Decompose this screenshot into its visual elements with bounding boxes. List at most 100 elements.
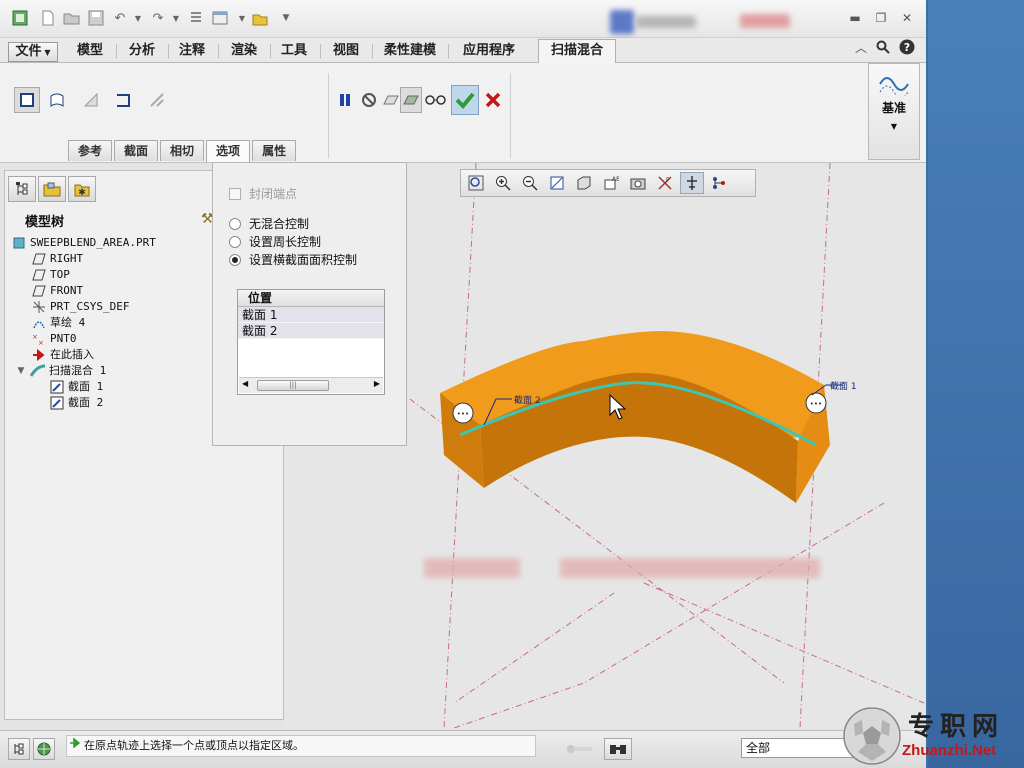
verify-preview-icon[interactable] [400,87,422,113]
redo-dropdown-icon[interactable]: ▼ [166,8,186,28]
radio-button[interactable] [229,217,241,230]
pause-icon[interactable] [332,87,358,113]
radio-area-control[interactable]: 设置横截面面积控制 [229,251,357,268]
tree-item-csys[interactable]: PRT_CSYS_DEF [31,299,129,315]
no-preview-icon[interactable] [358,87,380,113]
radio-button-selected[interactable] [229,253,241,266]
radio-perimeter-control[interactable]: 设置周长控制 [229,233,321,250]
find-icon[interactable] [604,738,632,760]
table-row[interactable]: 截面 1 [238,307,384,323]
undo-dropdown-icon[interactable]: ▼ [128,8,148,28]
dashboard-subtabs: 参考 截面 相切 选项 属性 [68,140,298,162]
csys-display-icon[interactable] [707,172,731,194]
tab-file[interactable]: 文件 ▼ [8,42,58,62]
search-icon[interactable] [874,40,892,56]
remove-material-icon[interactable] [78,87,104,113]
folder-browser-tab-icon[interactable] [38,176,66,202]
expand-triangle-icon[interactable]: ▼ [15,364,27,378]
svg-text:×: × [32,333,38,341]
point-icon: × × [31,332,47,346]
tab-separator [116,44,117,58]
position-table-header: 位置 [238,290,384,307]
closed-ends-checkbox[interactable] [229,187,241,200]
tab-flexible-modeling[interactable]: 柔性建模 [378,42,442,62]
tab-separator [448,44,449,58]
solid-icon[interactable] [14,87,40,113]
collapse-ribbon-icon[interactable]: ︿ [852,40,870,56]
regenerate-icon[interactable] [186,8,206,28]
subtab-options[interactable]: 选项 [206,140,251,162]
tree-item-front[interactable]: FRONT [31,283,83,299]
table-row[interactable]: 截面 2 [238,323,384,339]
zoom-out-icon[interactable] [518,172,542,194]
refit-icon[interactable] [464,172,488,194]
toggle-browser-icon[interactable] [33,738,55,760]
open-icon[interactable] [62,8,82,28]
tree-item-section-2[interactable]: 截面 2 [49,395,103,411]
maximize-icon[interactable]: ❐ [872,10,890,26]
horizontal-scrollbar[interactable]: ◀ ||| ▶ [239,377,383,393]
tree-item-insert-here[interactable]: 在此插入 [31,347,94,363]
graphics-toolbar: AB F [460,169,756,197]
tree-item-sketch[interactable]: 草绘 4 [31,315,85,331]
new-icon[interactable] [38,8,58,28]
tree-item-right[interactable]: RIGHT [31,251,83,267]
saved-orientations-icon[interactable]: AB [599,172,623,194]
minimize-icon[interactable]: ▬ [846,10,864,26]
scroll-right-icon[interactable]: ▶ [374,379,380,388]
tab-tools[interactable]: 工具 [274,42,314,62]
radio-button[interactable] [229,235,241,248]
datum-button[interactable]: 基准 ▼ [868,63,920,160]
zoom-in-icon[interactable] [491,172,515,194]
windows-dropdown-icon[interactable]: ▼ [232,8,252,28]
tab-view[interactable]: 视图 [326,42,366,62]
section-icon [49,380,65,394]
part-icon [11,236,27,250]
close-icon[interactable]: ✕ [898,10,916,26]
redo-icon[interactable]: ↷ [148,8,168,28]
surface-icon[interactable] [44,87,70,113]
tab-model[interactable]: 模型 [70,42,110,62]
glasses-icon[interactable] [424,87,448,113]
help-icon[interactable]: ? [898,39,916,55]
annotation-display-icon[interactable] [680,172,704,194]
undo-icon[interactable]: ↶ [110,8,130,28]
thicken-icon[interactable] [110,87,136,113]
tree-item-sweep-blend[interactable]: ▼ 扫描混合 1 [15,363,107,379]
model-tree-tab-icon[interactable] [8,176,36,202]
subtab-tangency[interactable]: 相切 [160,140,205,161]
toggle-navigator-icon[interactable] [8,738,30,760]
accept-button[interactable] [451,85,479,115]
radio-no-blend-control[interactable]: 无混合控制 [229,215,309,232]
datum-plane-icon [31,284,47,298]
windows-icon[interactable] [210,8,230,28]
flip-icon[interactable] [144,87,170,113]
save-icon[interactable] [86,8,106,28]
tree-item-top[interactable]: TOP [31,267,70,283]
cancel-button[interactable] [480,87,506,113]
display-style-icon[interactable] [572,172,596,194]
tree-item-section-1[interactable]: 截面 1 [49,379,103,395]
tree-item-point[interactable]: × × PNT0 [31,331,77,347]
tab-annotate[interactable]: 注释 [172,42,212,62]
repaint-icon[interactable] [545,172,569,194]
datum-display-icon[interactable]: F [653,172,677,194]
geometry-preview-icon[interactable] [380,87,402,113]
favorites-tab-icon[interactable]: ✱ [68,176,96,202]
close-window-icon[interactable] [250,8,270,28]
tab-applications[interactable]: 应用程序 [456,42,522,62]
tab-render[interactable]: 渲染 [224,42,264,62]
tree-item-part[interactable]: SWEEPBLEND_AREA.PRT [11,235,156,251]
scroll-left-icon[interactable]: ◀ [242,379,248,388]
subtab-sections[interactable]: 截面 [114,140,159,161]
tab-sweep-blend[interactable]: 扫描混合 [538,39,616,63]
view-manager-icon[interactable] [626,172,650,194]
closed-ends-option[interactable]: 封闭端点 [229,185,297,202]
datum-plane-icon [31,252,47,266]
more-icon[interactable]: ▼ [276,8,296,28]
scroll-thumb[interactable]: ||| [257,380,329,391]
subtab-properties[interactable]: 属性 [252,140,297,161]
subtab-references[interactable]: 参考 [68,140,113,161]
tab-analysis[interactable]: 分析 [122,42,162,62]
app-icon[interactable] [10,8,30,28]
